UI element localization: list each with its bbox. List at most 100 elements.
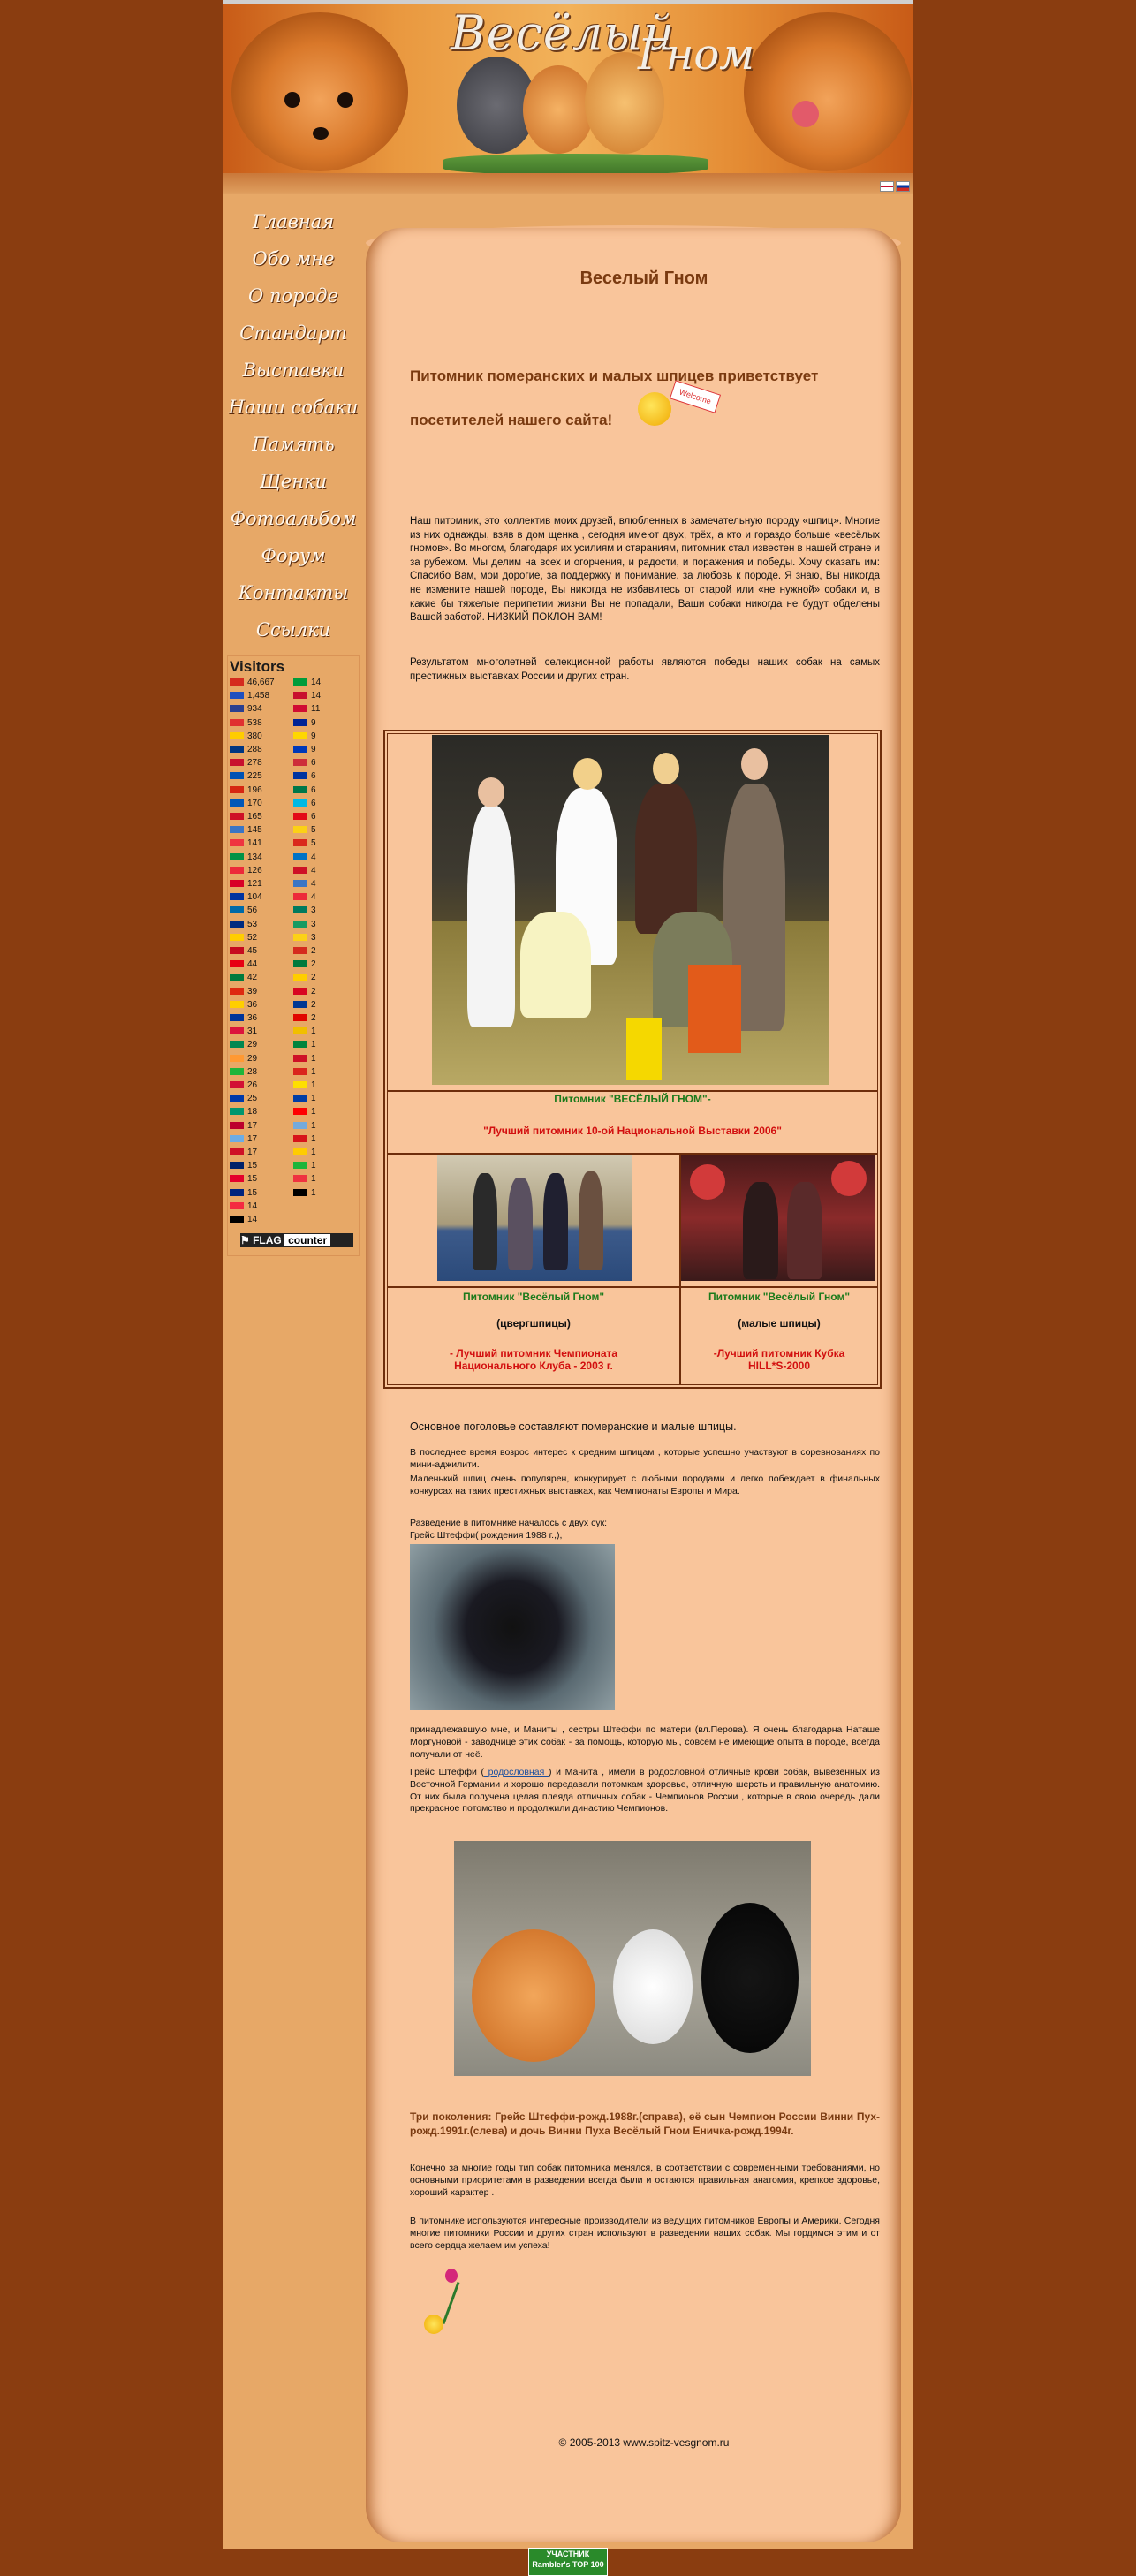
country-flag-icon: [293, 839, 307, 847]
awards-table: Питомник "ВЕСЁЛЫЙ ГНОМ"- "Лучший питомни…: [383, 730, 882, 1389]
english-flag-icon[interactable]: [880, 181, 894, 192]
visitor-count: 170: [247, 798, 262, 808]
menu-item-photo-album[interactable]: Фотоальбом: [223, 500, 364, 537]
country-flag-icon: [230, 772, 244, 780]
visitor-count: 2: [311, 1013, 316, 1023]
country-flag-icon: [230, 866, 244, 874]
country-flag-icon: [293, 974, 307, 981]
owned-text: принадлежавшую мне, и Маниты , сестры Шт…: [410, 1724, 880, 1760]
visitor-count: 45: [247, 946, 258, 956]
menu-item-memory[interactable]: Память: [223, 426, 364, 463]
visitor-count: 141: [247, 838, 262, 849]
country-flag-icon: [230, 893, 244, 901]
country-flag-icon: [230, 1054, 244, 1062]
menu-item-breed[interactable]: О породе: [223, 277, 364, 314]
visitor-count: 2: [311, 986, 316, 996]
visitor-country-row: 1,458: [230, 691, 269, 701]
country-flag-icon: [293, 731, 307, 739]
visitor-count: 3: [311, 919, 316, 929]
menu-item-about[interactable]: Обо мне: [223, 240, 364, 277]
visitor-country-row: 26: [230, 1080, 257, 1090]
person: [508, 1178, 533, 1270]
country-flag-icon: [230, 705, 244, 713]
visitor-count: 1,458: [247, 691, 270, 701]
visitor-country-row: 15: [230, 1161, 257, 1171]
visitor-count: 4: [311, 879, 316, 889]
menu-item-standard[interactable]: Стандарт: [223, 314, 364, 352]
country-flag-icon: [293, 960, 307, 968]
rambler-top100-badge[interactable]: УЧАСТНИК Rambler's TOP 100: [528, 2548, 608, 2576]
visitor-country-row: 17: [230, 1134, 257, 1144]
visitor-count: 1: [311, 1107, 316, 1118]
person: [520, 912, 591, 1018]
visitor-count: 15: [247, 1187, 258, 1198]
pedigree-link[interactable]: родословная: [484, 1767, 549, 1777]
menu-item-puppies[interactable]: Щенки: [223, 463, 364, 500]
visitor-count: 56: [247, 905, 258, 916]
left-photo-cell: [387, 1154, 680, 1288]
country-flag-icon: [293, 718, 307, 726]
person-head: [653, 753, 679, 784]
person: [579, 1171, 603, 1270]
menu-item-contacts[interactable]: Контакты: [223, 574, 364, 611]
visitor-count: 15: [247, 1161, 258, 1171]
country-flag-icon: [230, 1188, 244, 1196]
visitor-country-row: 44: [230, 959, 257, 969]
menu-item-home[interactable]: Главная: [223, 203, 364, 240]
visitor-country-row: 288: [230, 745, 262, 754]
visitor-count: 380: [247, 731, 262, 741]
visitor-count: 1: [311, 1080, 316, 1090]
country-flag-icon: [293, 1121, 307, 1129]
page-title: Веселый Гном: [579, 269, 708, 288]
breeding-start-text: Разведение в питомнике началось с двух с…: [410, 1518, 608, 1528]
visitor-country-row: 17: [230, 1121, 257, 1131]
visitor-count: 1: [311, 1133, 316, 1144]
visitor-country-row: 4: [293, 879, 316, 889]
visitor-country-row: 104: [230, 892, 262, 902]
menu-item-our-dogs[interactable]: Наши собаки: [223, 389, 364, 426]
country-flag-icon: [293, 987, 307, 995]
menu-item-links[interactable]: Ссылки: [223, 611, 364, 648]
sub-bar: [223, 173, 913, 194]
russian-flag-icon[interactable]: [896, 181, 910, 192]
country-flag-icon: [293, 880, 307, 887]
menu-item-shows[interactable]: Выставки: [223, 352, 364, 389]
visitor-country-row: 170: [230, 799, 262, 808]
dog-nose: [313, 127, 329, 140]
country-flag-icon: [293, 1108, 307, 1116]
dog-black: [701, 1903, 799, 2053]
visitor-country-row: 2: [293, 1013, 316, 1023]
country-flag-icon: [230, 1216, 244, 1223]
copyright: © 2005-2013 www.spitz-vesgnom.ru: [558, 2436, 730, 2449]
header-banner: Весёлый Гном: [223, 4, 913, 173]
visitor-country-row: 2: [293, 973, 316, 982]
country-flag-icon: [230, 947, 244, 954]
visitor-country-row: 934: [230, 704, 262, 714]
banner-title-gnome: Гном: [638, 30, 755, 80]
country-flag-icon: [230, 785, 244, 793]
visitor-country-row: 45: [230, 946, 257, 956]
visitor-count: 4: [311, 892, 316, 903]
country-flag-icon: [230, 920, 244, 928]
visitor-country-row: 2: [293, 946, 316, 956]
dog-tongue: [792, 101, 819, 127]
visitor-country-row: 6: [293, 771, 316, 781]
pedigree-pre: Грейс Штеффи (: [410, 1767, 484, 1777]
visitor-flag-counter[interactable]: Visitors 46,667 1,458 934 538 380 288 278 225 19…: [227, 655, 360, 1256]
flag-counter-logo[interactable]: ⚑ FLAG counter: [240, 1233, 353, 1247]
visitor-count: 126: [247, 865, 262, 875]
flower-stem: [442, 2281, 460, 2325]
visitor-country-row: 1: [293, 1094, 316, 1103]
country-flag-icon: [293, 906, 307, 914]
visitor-count: 14: [311, 691, 322, 701]
smiley-flower-icon: [413, 2269, 466, 2339]
visitor-count: 278: [247, 758, 262, 769]
dog-photo-left: [231, 12, 408, 171]
big-photo-caption: Питомник "ВЕСЁЛЫЙ ГНОМ"- "Лучший питомни…: [387, 1090, 878, 1154]
visitor-country-row: 134: [230, 852, 262, 862]
menu-item-forum[interactable]: Форум: [223, 537, 364, 574]
balloon: [690, 1164, 725, 1200]
person: [543, 1173, 568, 1270]
small-spitz-text: Маленький шпиц очень популярен, конкурир…: [410, 1474, 880, 1496]
visitor-count: 6: [311, 771, 316, 782]
